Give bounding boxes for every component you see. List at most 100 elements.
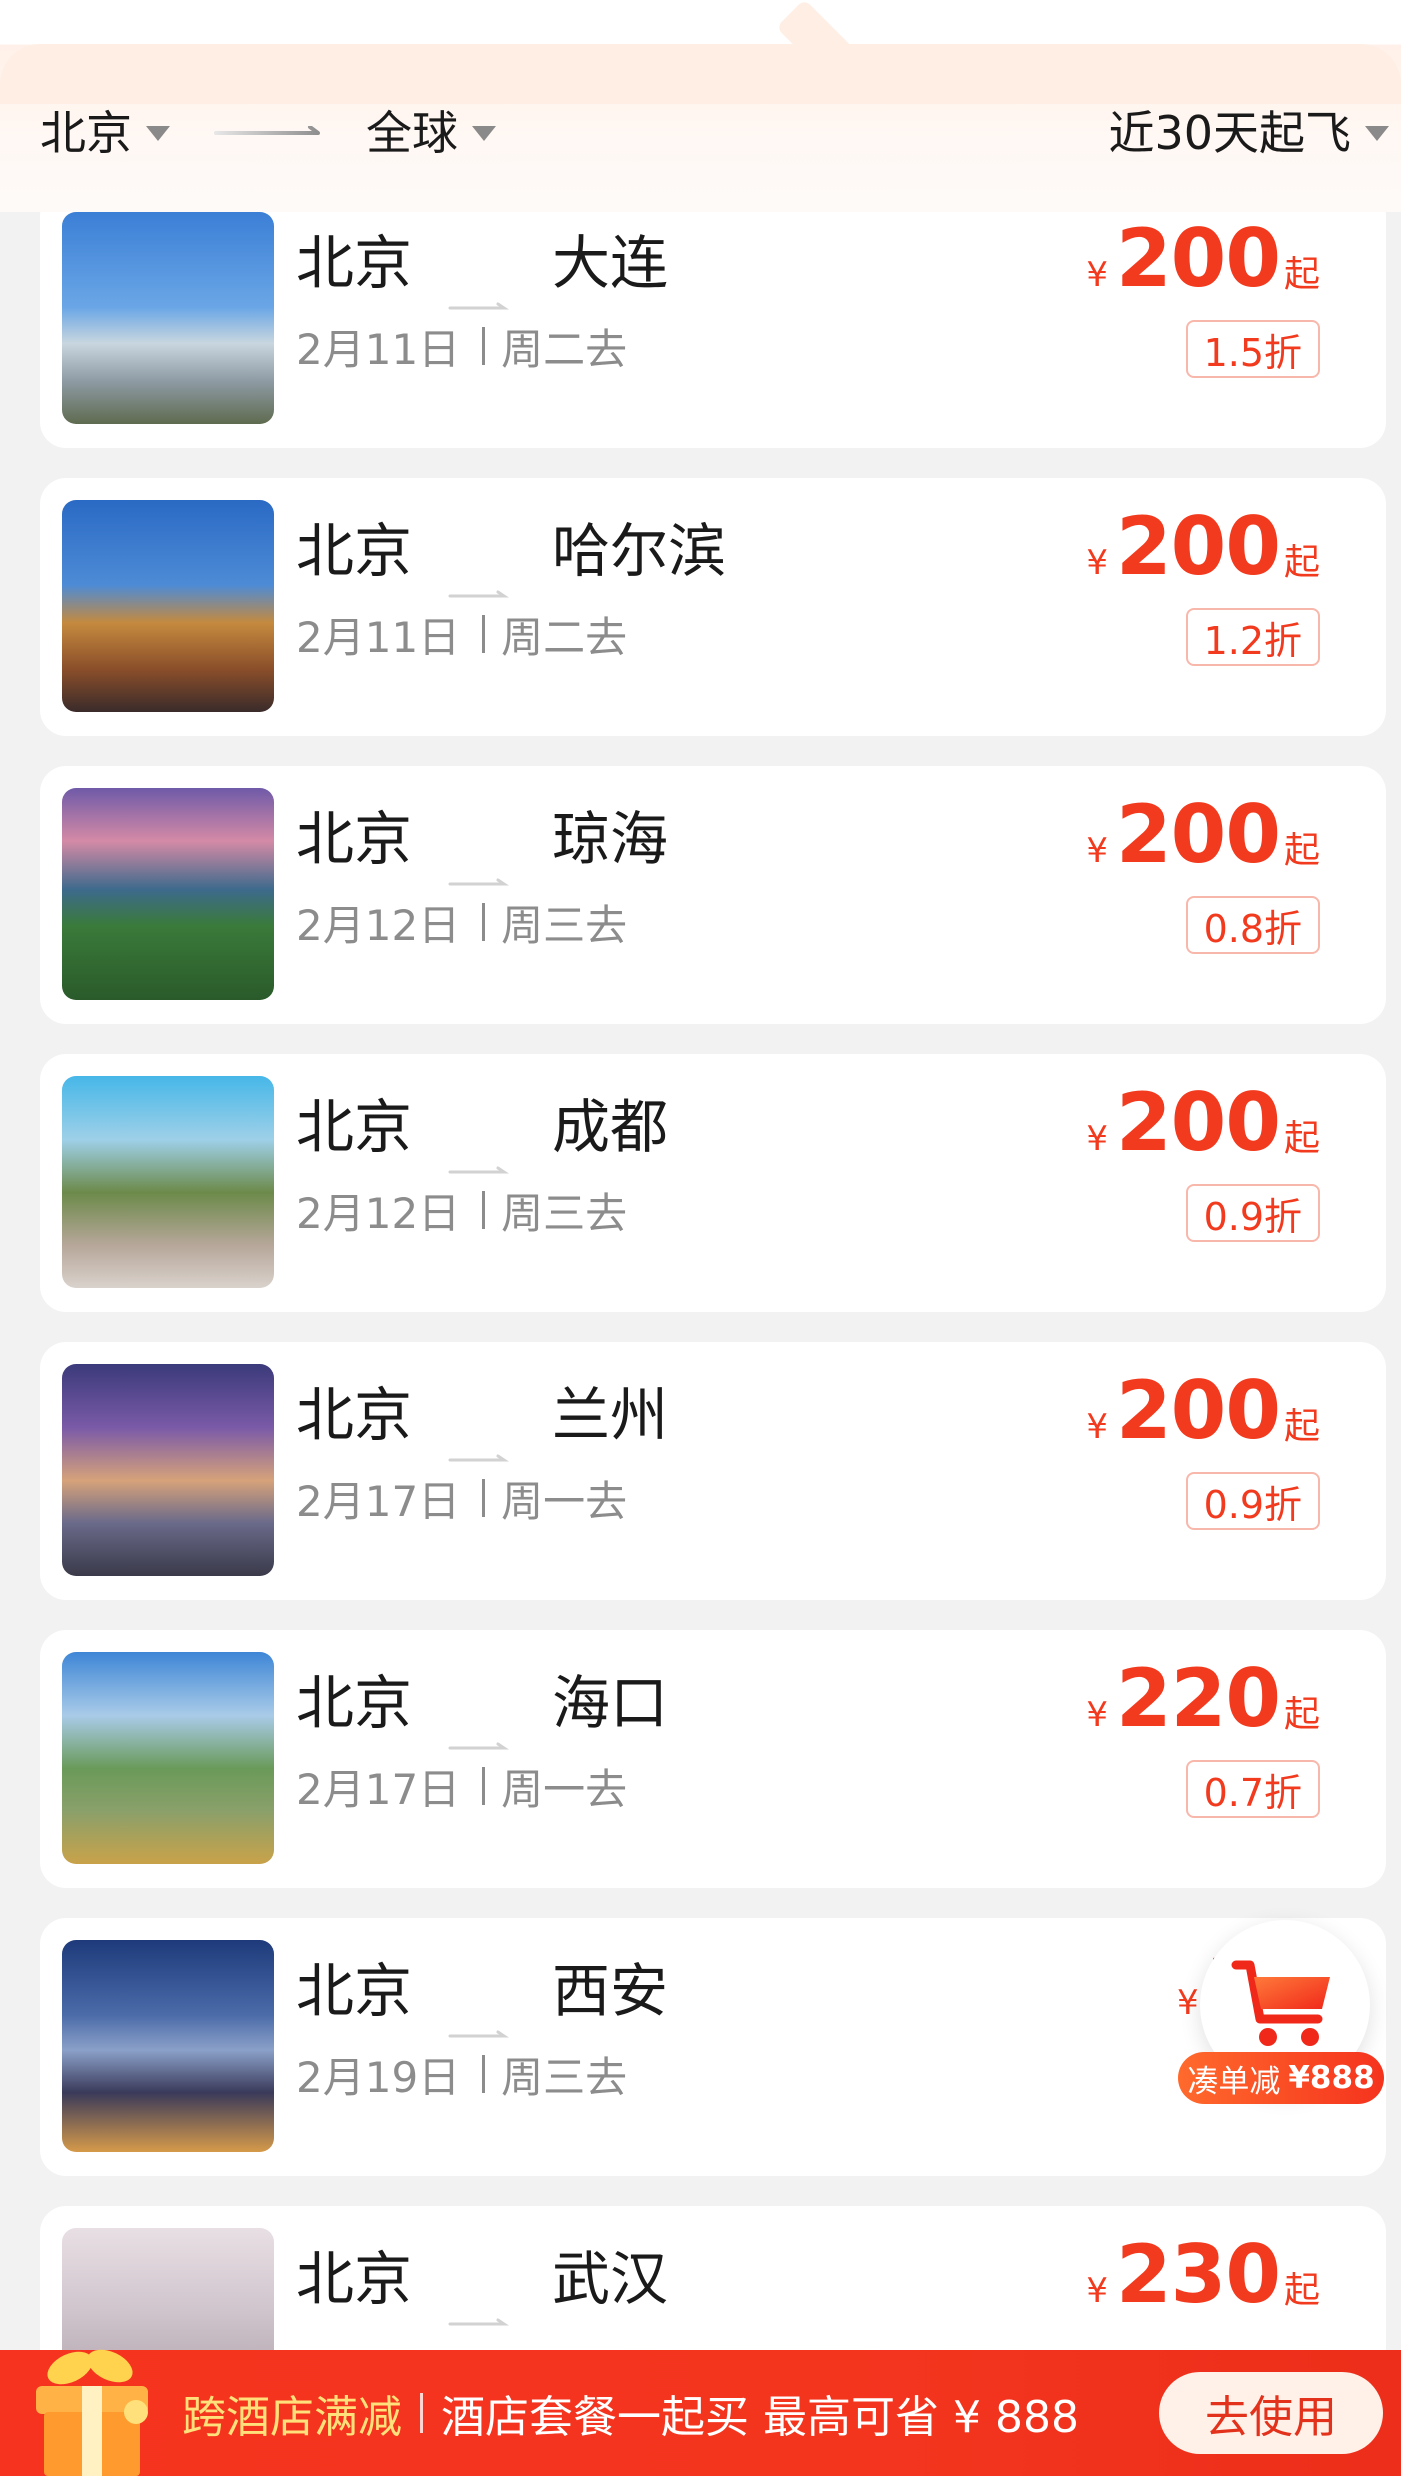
period-selector[interactable]: 近30天起飞 — [1108, 90, 1389, 170]
route-card[interactable]: 北京 兰州 2月17日 周一去 ¥200 起 0.9折 — [40, 1342, 1386, 1600]
price-currency: ¥ — [1086, 543, 1108, 583]
price-suffix: 起 — [1283, 1118, 1320, 1159]
destination-photo — [62, 1940, 274, 2152]
departure-date: 2月12日 — [296, 1188, 461, 1238]
price-suffix: 起 — [1283, 830, 1320, 871]
date-divider — [482, 327, 486, 365]
route-title: 北京 成都 — [296, 1082, 669, 1174]
route-title: 北京 哈尔滨 — [296, 506, 726, 598]
price-amount: 200 — [1115, 212, 1281, 305]
route-card[interactable]: 北京 大连 2月11日 周二去 ¥200 起 1.5折 — [40, 190, 1386, 448]
departure-info: 2月12日 周三去 — [296, 890, 627, 954]
cart-amount: ¥888 — [1288, 2060, 1375, 2096]
price-suffix: 起 — [1283, 542, 1320, 583]
departure-weekday: 周三去 — [501, 900, 628, 950]
discount-badge: 0.8折 — [1185, 896, 1320, 954]
filter-notch — [776, 0, 854, 77]
chevron-down-icon — [146, 125, 170, 141]
route-origin: 北京 — [296, 229, 413, 297]
route-origin: 北京 — [296, 805, 413, 873]
price-currency: ¥ — [1086, 255, 1108, 295]
price-suffix: 起 — [1283, 1406, 1320, 1447]
destination-photo — [62, 1076, 274, 1288]
departure-weekday: 周二去 — [501, 612, 628, 662]
period-label: 近30天起飞 — [1108, 106, 1351, 160]
chevron-down-icon — [472, 125, 496, 141]
departure-weekday: 周一去 — [501, 1764, 628, 1814]
price-suffix: 起 — [1283, 2270, 1320, 2311]
price-suffix: 起 — [1283, 254, 1320, 295]
price: ¥200 起 — [1086, 788, 1320, 884]
route-destination: 西安 — [552, 1957, 669, 2025]
departure-weekday: 周一去 — [501, 1476, 628, 1526]
date-divider — [482, 1767, 486, 1805]
use-coupon-button[interactable]: 去使用 — [1159, 2372, 1383, 2454]
route-title: 北京 大连 — [296, 218, 669, 310]
route-origin: 北京 — [296, 1093, 413, 1161]
route-card[interactable]: 北京 成都 2月12日 周三去 ¥200 起 0.9折 — [40, 1054, 1386, 1312]
price-amount: 220 — [1115, 1652, 1281, 1745]
gift-box-icon — [36, 2349, 148, 2476]
price-amount: 200 — [1115, 1364, 1281, 1457]
origin-label: 北京 — [40, 106, 132, 160]
price-amount: 200 — [1115, 788, 1281, 881]
destination-photo — [62, 1652, 274, 1864]
discount-badge: 1.5折 — [1185, 320, 1320, 378]
destination-label: 全球 — [366, 106, 458, 160]
route-arrow-icon — [448, 1408, 512, 1462]
date-divider — [482, 615, 486, 653]
route-destination: 海口 — [552, 1669, 669, 1737]
departure-weekday: 周三去 — [501, 2052, 628, 2102]
price-currency: ¥ — [1086, 831, 1108, 871]
route-destination: 大连 — [552, 229, 669, 297]
destination-photo — [62, 500, 274, 712]
route-title: 北京 兰州 — [296, 1370, 668, 1462]
date-divider — [482, 1479, 486, 1517]
price: ¥200 起 — [1086, 1076, 1320, 1172]
destination-photo — [62, 788, 274, 1000]
chevron-down-icon — [1365, 125, 1389, 141]
route-title: 北京 武汉 — [296, 2234, 669, 2326]
route-origin: 北京 — [296, 1669, 413, 1737]
price: ¥200 起 — [1086, 1364, 1320, 1460]
route-origin: 北京 — [296, 517, 413, 585]
route-card[interactable]: 北京 哈尔滨 2月11日 周二去 ¥200 起 1.2折 — [40, 478, 1386, 736]
price-currency: ¥ — [1086, 2271, 1108, 2311]
shopping-cart-icon — [1231, 1960, 1330, 2046]
discount-badge: 0.9折 — [1185, 1472, 1320, 1530]
departure-date: 2月17日 — [296, 1476, 461, 1526]
promo-tag: 跨酒店满减 — [182, 2392, 402, 2443]
departure-info: 2月17日 周一去 — [296, 1466, 627, 1530]
cart-float-button[interactable]: 凑单减 ¥888 — [1178, 1920, 1388, 2118]
destination-selector[interactable]: 全球 — [366, 90, 496, 170]
promo-text: 跨酒店满减 酒店套餐一起买 最高可省 ¥ 888 — [182, 2350, 1079, 2476]
route-arrow-icon — [214, 126, 320, 135]
promo-divider — [420, 2393, 423, 2433]
price: ¥200 起 — [1086, 212, 1320, 308]
departure-date: 2月12日 — [296, 900, 461, 950]
departure-info: 2月11日 周二去 — [296, 314, 627, 378]
price: ¥230 起 — [1086, 2228, 1320, 2324]
price-amount: 200 — [1115, 500, 1281, 593]
route-arrow-icon — [448, 544, 512, 598]
route-title: 北京 海口 — [296, 1658, 669, 1750]
origin-selector[interactable]: 北京 — [40, 90, 170, 170]
date-divider — [482, 903, 486, 941]
promo-bar: 跨酒店满减 酒店套餐一起买 最高可省 ¥ 888 去使用 — [0, 2349, 1401, 2476]
route-destination: 武汉 — [552, 2245, 669, 2313]
destination-photo — [62, 212, 274, 424]
cart-badge: 凑单减 ¥888 — [1178, 2052, 1384, 2104]
route-origin: 北京 — [296, 2245, 413, 2313]
departure-date: 2月11日 — [296, 612, 461, 662]
filter-bar: 北京 全球 近30天起飞 — [0, 0, 1401, 212]
route-destination: 成都 — [552, 1093, 669, 1161]
route-card[interactable]: 北京 海口 2月17日 周一去 ¥220 起 0.7折 — [40, 1630, 1386, 1888]
route-card[interactable]: 北京 琼海 2月12日 周三去 ¥200 起 0.8折 — [40, 766, 1386, 1024]
route-origin: 北京 — [296, 1957, 413, 2025]
discount-badge: 0.9折 — [1185, 1184, 1320, 1242]
departure-info: 2月12日 周三去 — [296, 1178, 627, 1242]
price-suffix: 起 — [1283, 1694, 1320, 1735]
route-arrow-icon — [448, 1120, 512, 1174]
price: ¥220 起 — [1086, 1652, 1320, 1748]
price-currency: ¥ — [1086, 1695, 1108, 1735]
